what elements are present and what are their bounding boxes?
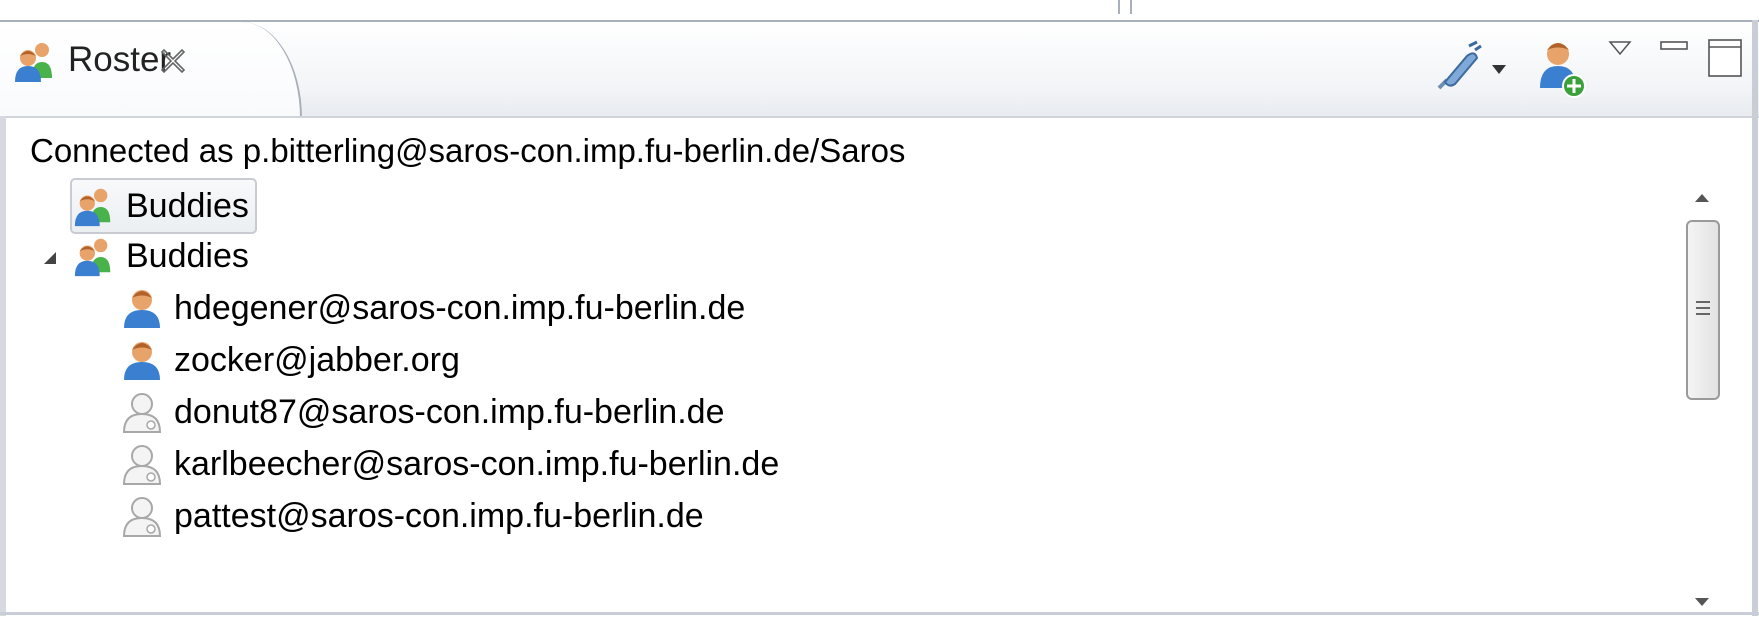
- contact-row[interactable]: donut87@saros-con.imp.fu-berlin.de: [120, 386, 724, 438]
- view-menu-icon[interactable]: [1607, 38, 1633, 58]
- group-icon: [15, 43, 52, 82]
- roster-window: Roster Connected as p.bitterling@saros-c…: [0, 0, 1759, 625]
- maximize-icon[interactable]: [1705, 36, 1745, 80]
- contact-row[interactable]: pattest@saros-con.imp.fu-berlin.de: [120, 490, 704, 542]
- view-left-border: [0, 116, 6, 616]
- tree-group-label: Buddies: [126, 236, 249, 275]
- tab-title: Roster: [68, 40, 172, 79]
- offline-contact-icon: [122, 393, 162, 433]
- tree-group-row[interactable]: Buddies: [72, 230, 249, 282]
- view-header: Roster: [0, 20, 1759, 118]
- neighbor-panes-strip: [0, 0, 1759, 20]
- tree-group-label: Buddies: [126, 186, 249, 225]
- contact-row[interactable]: karlbeecher@saros-con.imp.fu-berlin.de: [120, 438, 779, 490]
- pane-divider: [1130, 0, 1132, 14]
- view-bottom-border: [0, 612, 1759, 615]
- scroll-up-icon[interactable]: [1682, 180, 1722, 216]
- roster-content: Connected as p.bitterling@saros-con.imp.…: [0, 116, 1759, 625]
- contact-label: karlbeecher@saros-con.imp.fu-berlin.de: [174, 444, 780, 483]
- minimize-icon[interactable]: [1658, 36, 1690, 60]
- tab-roster[interactable]: Roster: [0, 22, 302, 118]
- dropdown-arrow-icon[interactable]: [1490, 62, 1508, 76]
- contact-row[interactable]: zocker@jabber.org: [120, 334, 460, 386]
- online-contact-icon: [124, 290, 160, 328]
- connection-status: Connected as p.bitterling@saros-con.imp.…: [30, 132, 906, 169]
- vertical-scrollbar[interactable]: [1682, 180, 1722, 620]
- tree-group-row[interactable]: Buddies: [70, 178, 257, 234]
- connect-plug-icon[interactable]: [1425, 38, 1485, 98]
- offline-contact-icon: [122, 445, 162, 485]
- contact-label: hdegener@saros-con.imp.fu-berlin.de: [174, 288, 746, 327]
- view-right-border: [1752, 20, 1758, 616]
- pane-divider: [1118, 0, 1120, 14]
- scrollbar-thumb[interactable]: [1686, 220, 1720, 400]
- contact-label: pattest@saros-con.imp.fu-berlin.de: [174, 496, 704, 535]
- contact-label: donut87@saros-con.imp.fu-berlin.de: [174, 392, 725, 431]
- grip-icon: [1696, 301, 1710, 315]
- online-contact-icon: [124, 342, 160, 380]
- expand-triangle-icon[interactable]: [42, 250, 58, 266]
- contact-row[interactable]: hdegener@saros-con.imp.fu-berlin.de: [120, 282, 745, 334]
- group-icon: [74, 188, 111, 227]
- close-icon[interactable]: [158, 46, 188, 76]
- contact-label: zocker@jabber.org: [174, 340, 460, 379]
- add-contact-icon[interactable]: [1532, 36, 1592, 100]
- group-icon: [74, 238, 111, 277]
- offline-contact-icon: [122, 497, 162, 537]
